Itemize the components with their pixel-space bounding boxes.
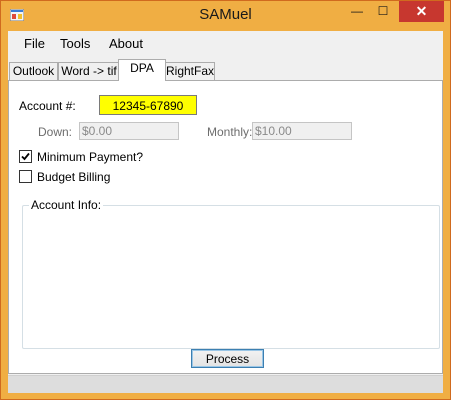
menu-bar: File Tools About xyxy=(8,31,443,55)
account-label: Account #: xyxy=(19,99,76,113)
tab-outlook[interactable]: Outlook xyxy=(9,62,58,80)
monthly-payment-field[interactable]: $10.00 xyxy=(252,122,352,140)
budget-billing-label: Budget Billing xyxy=(37,170,111,184)
close-button[interactable]: ✕ xyxy=(399,1,444,22)
monthly-label: Monthly: xyxy=(207,125,253,139)
tab-rightfax[interactable]: RightFax xyxy=(165,62,215,80)
budget-billing-checkbox[interactable] xyxy=(19,170,32,183)
minimum-payment-checkbox[interactable] xyxy=(19,150,32,163)
checkmark-icon xyxy=(21,152,30,161)
status-bar xyxy=(8,375,443,393)
client-area: File Tools About Outlook Word -> tif DPA… xyxy=(8,31,443,393)
process-button[interactable]: Process xyxy=(191,349,264,368)
dpa-tab-page: Account #: 12345-67890 Down: $0.00 Month… xyxy=(8,80,443,374)
maximize-button[interactable]: ☐ xyxy=(370,1,396,22)
down-label: Down: xyxy=(38,125,73,139)
minimum-payment-label: Minimum Payment? xyxy=(37,150,144,164)
tab-strip: Outlook Word -> tif DPA RightFax xyxy=(8,59,443,81)
title-bar[interactable]: SAMuel — ☐ ✕ xyxy=(1,1,450,31)
tab-dpa[interactable]: DPA xyxy=(118,59,166,81)
account-info-label: Account Info: xyxy=(29,198,104,212)
account-info-group: Account Info: xyxy=(22,198,440,349)
menu-file[interactable]: File xyxy=(24,36,45,51)
account-number-field[interactable]: 12345-67890 xyxy=(99,95,197,115)
tab-word-to-tif[interactable]: Word -> tif xyxy=(58,62,120,80)
menu-about[interactable]: About xyxy=(109,36,143,51)
menu-tools[interactable]: Tools xyxy=(60,36,90,51)
account-info-content xyxy=(29,214,433,342)
down-payment-field[interactable]: $0.00 xyxy=(79,122,179,140)
main-window: SAMuel — ☐ ✕ File Tools About Outlook Wo… xyxy=(0,0,451,400)
minimize-button[interactable]: — xyxy=(344,1,370,22)
